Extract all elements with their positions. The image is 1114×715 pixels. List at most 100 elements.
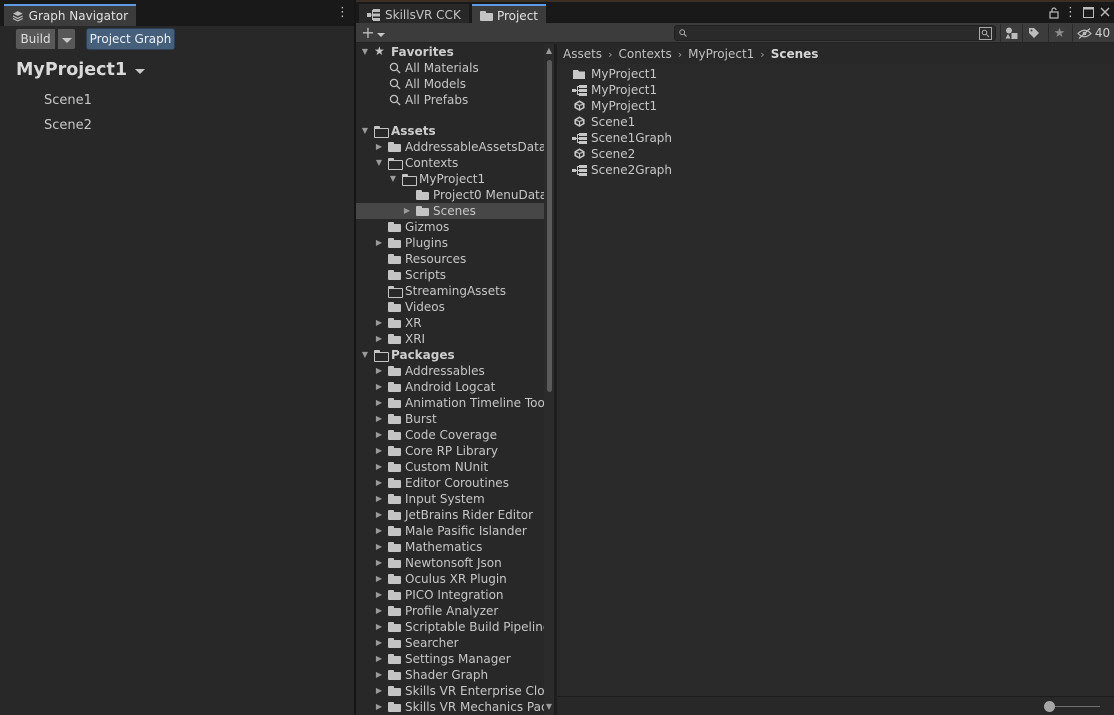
collapsed-arrow-icon[interactable]: ▶ [374,414,384,424]
collapsed-arrow-icon[interactable]: ▶ [374,318,384,328]
tree-item-package[interactable]: ▶ Burst [356,411,544,427]
tree-item-plugins[interactable]: ▶ Plugins [356,235,544,251]
tree-item-package[interactable]: ▶ Oculus XR Plugin [356,571,544,587]
collapsed-arrow-icon[interactable]: ▶ [374,478,384,488]
favorite-button[interactable]: ★ [1048,24,1070,42]
collapsed-arrow-icon[interactable]: ▶ [374,430,384,440]
tree-item-project0-menudata[interactable]: Project0 MenuData [356,187,544,203]
tree-item-package[interactable]: ▶ JetBrains Rider Editor [356,507,544,523]
collapsed-arrow-icon[interactable]: ▶ [374,382,384,392]
search-input[interactable] [674,25,996,41]
tree-item-all-materials[interactable]: All Materials [356,60,544,76]
scroll-up-arrow-icon[interactable]: ▲ [544,46,554,56]
maximize-icon[interactable] [1083,7,1094,18]
zoom-slider-track[interactable] [1050,706,1100,707]
search-by-type-icon[interactable] [979,27,992,40]
collapsed-arrow-icon[interactable]: ▶ [374,526,384,536]
collapsed-arrow-icon[interactable]: ▶ [374,542,384,552]
expanded-arrow-icon[interactable]: ▼ [360,126,370,136]
tree-item-package[interactable]: ▶ Settings Manager [356,651,544,667]
tree-item-package[interactable]: ▶ Newtonsoft Json [356,555,544,571]
expanded-arrow-icon[interactable]: ▼ [360,350,370,360]
tree-item-package[interactable]: ▶ Editor Coroutines [356,475,544,491]
tree-item-resources[interactable]: Resources [356,251,544,267]
tree-item-contexts[interactable]: ▼ Contexts [356,155,544,171]
tree-item-favorites[interactable]: ▼ ★ Favorites [356,44,544,60]
tree-item-gizmos[interactable]: Gizmos [356,219,544,235]
scrollbar-thumb[interactable] [547,60,552,392]
tree-item-package[interactable]: ▶ Input System [356,491,544,507]
project-graph-button[interactable]: Project Graph [86,28,175,50]
collapsed-arrow-icon[interactable]: ▶ [374,494,384,504]
tree-item-assets[interactable]: ▼ Assets [356,123,544,139]
collapsed-arrow-icon[interactable]: ▶ [374,446,384,456]
tree-item-package[interactable]: ▶ Android Logcat [356,379,544,395]
scene-item[interactable]: Scene2 [44,118,92,133]
breadcrumb-item[interactable]: Contexts [616,47,673,61]
tree-item-videos[interactable]: Videos [356,299,544,315]
add-asset-button[interactable]: + [360,24,386,42]
collapsed-arrow-icon[interactable]: ▶ [374,702,384,712]
build-button[interactable]: Build [15,28,56,50]
collapsed-arrow-icon[interactable]: ▶ [374,638,384,648]
tree-item-package[interactable]: ▶ Mathematics [356,539,544,555]
collapsed-arrow-icon[interactable]: ▶ [374,670,384,680]
tree-item-package[interactable]: ▶ Scriptable Build Pipeline [356,619,544,635]
tree-item-package[interactable]: ▶ Addressables [356,363,544,379]
tree-item-package[interactable]: ▶ Code Coverage [356,427,544,443]
expanded-arrow-icon[interactable]: ▼ [388,174,398,184]
tree-item-package[interactable]: ▶ Skills VR Mechanics Pac [356,699,544,715]
tree-scrollbar[interactable]: ▲ ▼ [544,44,554,715]
close-icon[interactable] [1100,7,1110,17]
tree-item-package[interactable]: ▶ PICO Integration [356,587,544,603]
collapsed-arrow-icon[interactable]: ▶ [374,558,384,568]
collapsed-arrow-icon[interactable]: ▶ [402,206,412,216]
collapsed-arrow-icon[interactable]: ▶ [374,366,384,376]
scroll-down-arrow-icon[interactable]: ▼ [544,702,554,712]
tree-item-package[interactable]: ▶ Shader Graph [356,667,544,683]
tree-item-package[interactable]: ▶ Core RP Library [356,443,544,459]
tree-item-xr[interactable]: ▶ XR [356,315,544,331]
collapsed-arrow-icon[interactable]: ▶ [374,334,384,344]
tree-item-package[interactable]: ▶ Profile Analyzer [356,603,544,619]
tree-item-package[interactable]: ▶ Skills VR Enterprise Clou [356,683,544,699]
tree-item-package[interactable]: ▶ Custom NUnit [356,459,544,475]
expanded-arrow-icon[interactable]: ▼ [360,47,370,57]
tree-item-scenes[interactable]: ▶ Scenes [356,203,544,219]
more-options-icon[interactable]: ⋮ [336,6,349,22]
filter-by-type-button[interactable] [1000,24,1022,42]
collapsed-arrow-icon[interactable]: ▶ [374,606,384,616]
tree-item-scripts[interactable]: Scripts [356,267,544,283]
lock-icon[interactable] [1049,7,1059,19]
tree-item-packages[interactable]: ▼ Packages [356,347,544,363]
collapsed-arrow-icon[interactable]: ▶ [374,686,384,696]
tree-item-all-prefabs[interactable]: All Prefabs [356,92,544,108]
collapsed-arrow-icon[interactable]: ▶ [374,462,384,472]
tree-item-package[interactable]: ▶ Male Pasific Islander [356,523,544,539]
tree-item-xri[interactable]: ▶ XRI [356,331,544,347]
scene-item[interactable]: Scene1 [44,93,92,108]
tree-item-package[interactable]: ▶ Searcher [356,635,544,651]
tree-item-streaming-assets[interactable]: StreamingAssets [356,283,544,299]
collapsed-arrow-icon[interactable]: ▶ [374,238,384,248]
build-dropdown-button[interactable] [57,28,76,50]
tree-item-myproject1[interactable]: ▼ MyProject1 [356,171,544,187]
collapsed-arrow-icon[interactable]: ▶ [374,142,384,152]
tree-item-package[interactable]: ▶ Animation Timeline Tool [356,395,544,411]
tab-graph-navigator[interactable]: Graph Navigator [4,4,136,26]
tree-item-all-models[interactable]: All Models [356,76,544,92]
tree-item-addressable-assets-data[interactable]: ▶ AddressableAssetsData [356,139,544,155]
collapsed-arrow-icon[interactable]: ▶ [374,654,384,664]
breadcrumb-item[interactable]: MyProject1 [686,47,756,61]
collapsed-arrow-icon[interactable]: ▶ [374,590,384,600]
expanded-arrow-icon[interactable]: ▼ [374,158,384,168]
collapsed-arrow-icon[interactable]: ▶ [374,622,384,632]
breadcrumb-item[interactable]: Assets [561,47,604,61]
project-selector[interactable]: MyProject1 [16,60,146,80]
more-options-icon[interactable]: ⋮ [1064,6,1077,22]
zoom-slider-knob[interactable] [1044,701,1055,712]
collapsed-arrow-icon[interactable]: ▶ [374,574,384,584]
filter-by-label-button[interactable] [1022,24,1044,42]
breadcrumb-current[interactable]: Scenes [769,47,821,61]
collapsed-arrow-icon[interactable]: ▶ [374,510,384,520]
